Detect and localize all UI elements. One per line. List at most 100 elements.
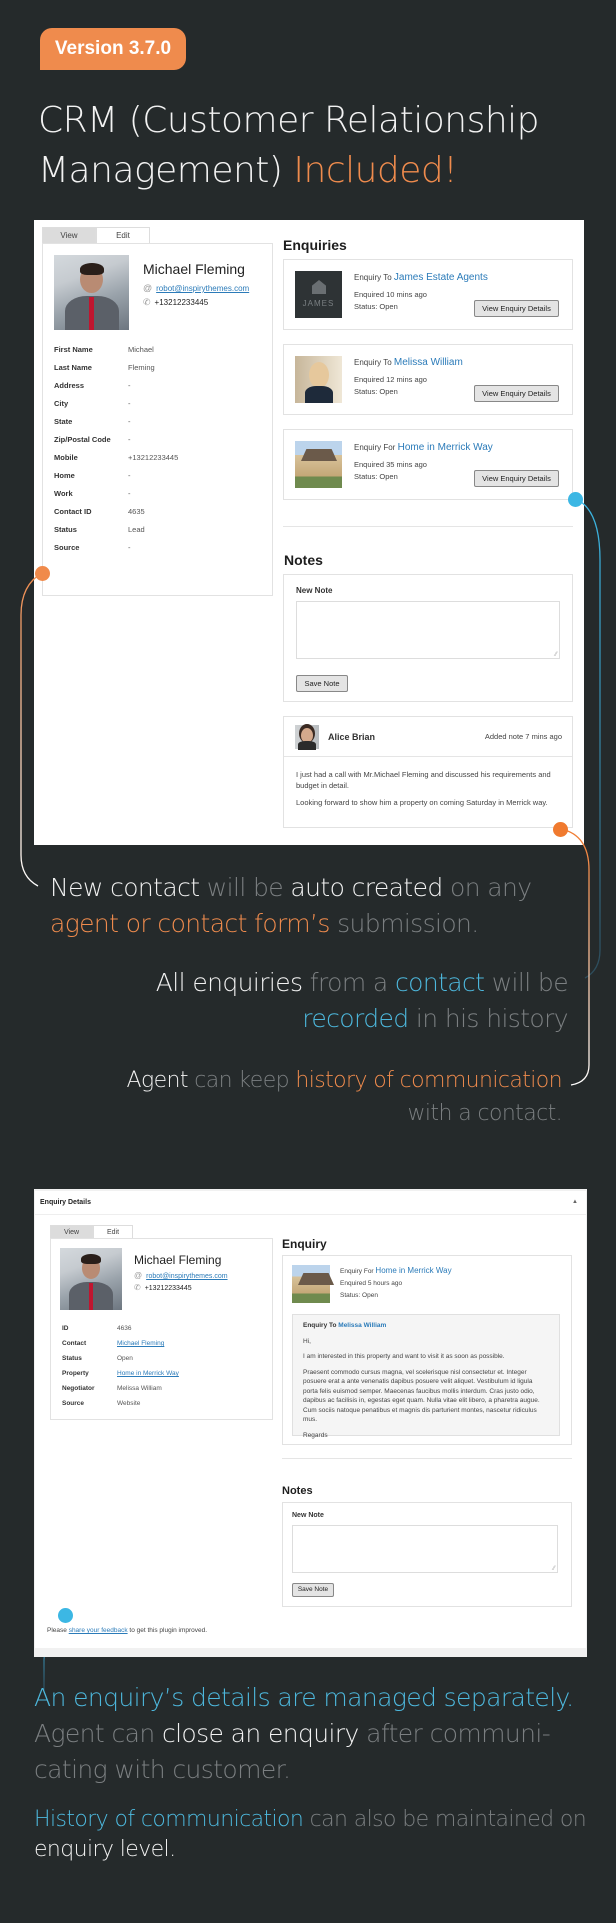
callout-segment: submission. (329, 909, 479, 938)
notes-title: Notes (284, 552, 323, 568)
enquiry-target-link[interactable]: Melissa William (394, 357, 463, 368)
callout-segment: contact (395, 968, 485, 997)
callout-segment: All enquiries (155, 968, 303, 997)
field-value: Lead (128, 524, 145, 534)
notes-title: Notes (282, 1485, 313, 1497)
contact-phone-value: +13212233445 (154, 298, 209, 307)
field-value: Website (117, 1400, 141, 1407)
enquiry-thumbnail (295, 356, 342, 403)
caret-up-icon[interactable]: ▲ (572, 1199, 578, 1205)
contact-email[interactable]: @ robot@inspirythemes.com (134, 1271, 228, 1280)
field-label: Last Name (54, 362, 92, 372)
divider (283, 526, 573, 527)
field-label: Negotiator (62, 1385, 95, 1392)
new-note-label: New Note (292, 1512, 324, 1519)
enquiry-line: Enquiry For Home in Merrick Way (340, 1266, 452, 1275)
share-feedback-link[interactable]: share your feedback (69, 1627, 128, 1634)
save-note-button[interactable]: Save Note (296, 675, 348, 692)
callout-segment: in his history (408, 1004, 569, 1033)
enquiry-status: Status: Open (354, 302, 398, 311)
enquiry-target-link[interactable]: Home in Merrick Way (375, 1266, 451, 1275)
callout-communication-history: Agent can keep history of communication … (100, 1064, 563, 1130)
callout-dot-blue (58, 1608, 73, 1623)
callout-segment: recorded (302, 1004, 409, 1033)
tab-view[interactable]: View (50, 1225, 93, 1238)
field-value: - (128, 380, 131, 390)
field-row: Negotiator Melissa William (62, 1381, 179, 1396)
tab-edit[interactable]: Edit (96, 227, 150, 243)
message-to-link[interactable]: Melissa William (338, 1322, 386, 1329)
callout-segment: An enquiry’s details are managed separat… (34, 1683, 574, 1712)
field-value-link[interactable]: Michael Fleming (117, 1340, 164, 1347)
contact-phone: ✆ +13212233445 (143, 297, 208, 308)
contact-email-link[interactable]: robot@inspirythemes.com (156, 284, 249, 293)
feedback-text: to get this plugin improved. (127, 1627, 208, 1634)
view-enquiry-details-button[interactable]: View Enquiry Details (474, 470, 559, 487)
callout-segment: agent or contact form’s (50, 909, 330, 938)
enquiry-time: Enquired 10 mins ago (354, 290, 427, 299)
new-note-textarea[interactable] (292, 1525, 558, 1573)
contact-name: Michael Fleming (134, 1253, 222, 1267)
field-label: Home (54, 470, 75, 480)
enquiry-line: Enquiry To Melissa William (354, 357, 463, 368)
callout-segment: from a (302, 968, 395, 997)
field-value-link[interactable]: Home in Merrick Way (117, 1370, 179, 1377)
field-row: Home - (54, 466, 178, 484)
enquiry-line: Enquiry For Home in Merrick Way (354, 442, 493, 453)
tab-view[interactable]: View (42, 227, 96, 243)
message-paragraph: Hi, (303, 1337, 311, 1345)
enquiry-time: Enquired 12 mins ago (354, 375, 427, 384)
contact-email-link[interactable]: robot@inspirythemes.com (146, 1273, 227, 1280)
new-note-card: New Note Save Note (282, 1502, 572, 1607)
enquiry-message: Enquiry To Melissa William Hi, I am inte… (292, 1314, 560, 1439)
field-label: ID (62, 1325, 69, 1332)
enquiry-target-link[interactable]: James Estate Agents (394, 272, 488, 283)
new-note-textarea[interactable] (296, 601, 560, 659)
callout-segment: can also be maintained on (303, 1807, 587, 1832)
callout-segment: History of communication (34, 1807, 304, 1832)
field-row: Zip/Postal Code - (54, 430, 178, 448)
callout-segment: enquiry level. (34, 1837, 176, 1862)
save-note-button[interactable]: Save Note (292, 1583, 334, 1597)
field-value: 4635 (128, 506, 145, 516)
divider (282, 1458, 572, 1459)
enquiry-fields: ID 4636 Contact Michael Fleming Status Open Pr… (62, 1321, 179, 1411)
field-label: Status (54, 524, 77, 534)
connector-orange-right (560, 828, 590, 1086)
message-recipient: Enquiry To Melissa William (303, 1321, 549, 1331)
field-row: Last Name Fleming (54, 358, 178, 376)
feedback-note: Please share your feedback to get this p… (47, 1627, 207, 1634)
field-value: - (128, 416, 131, 426)
callout-enquiries-recorded: All enquiries from a contact will be rec… (90, 965, 569, 1037)
field-row: Work - (54, 484, 178, 502)
new-note-label: New Note (296, 586, 333, 595)
enquiry-status: Status: Open (354, 472, 398, 481)
callout-dot-orange (553, 822, 568, 837)
headline-accent: Included! (293, 150, 458, 191)
field-value: - (128, 488, 131, 498)
note-paragraph: Looking forward to show him a property o… (296, 798, 548, 807)
enquiry-time: Enquired 35 mins ago (354, 460, 427, 469)
phone-icon: ✆ (143, 297, 151, 307)
contact-email[interactable]: @ robot@inspirythemes.com (143, 283, 249, 293)
field-label: Work (54, 488, 73, 498)
note-header: Alice Brian Added note 7 mins ago (284, 717, 572, 757)
field-row: Source Website (62, 1396, 179, 1411)
enquiry-target-link[interactable]: Home in Merrick Way (398, 442, 493, 453)
view-enquiry-details-button[interactable]: View Enquiry Details (474, 300, 559, 317)
field-label: State (54, 416, 73, 426)
note-body: I just had a call with Mr.Michael Flemin… (296, 769, 560, 814)
enquiry-status: Status: Open (354, 387, 398, 396)
callout-segment: close an enquiry (161, 1719, 359, 1748)
callout-auto-create: New contact will be auto created on any … (50, 870, 570, 942)
callout-segment: can keep (187, 1068, 296, 1093)
callout-enquiry-details: An enquiry’s details are managed separat… (34, 1680, 594, 1788)
tab-edit[interactable]: Edit (93, 1225, 133, 1238)
callout-segment: history of communication (295, 1068, 562, 1093)
callout-segment: New contact (50, 873, 200, 902)
enquiry-line: Enquiry To James Estate Agents (354, 272, 488, 283)
version-badge: Version 3.7.0 (40, 28, 186, 70)
contact-avatar (60, 1248, 122, 1310)
contact-phone-value: +13212233445 (144, 1285, 192, 1292)
view-enquiry-details-button[interactable]: View Enquiry Details (474, 385, 559, 402)
